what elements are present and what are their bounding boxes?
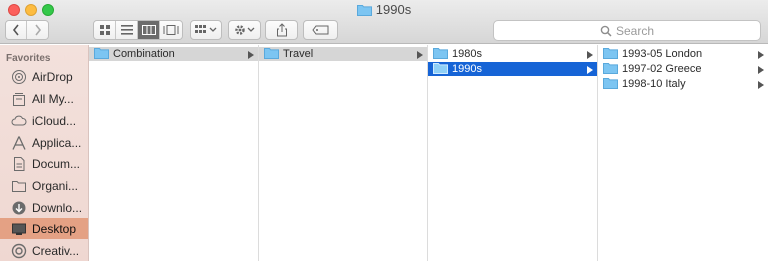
search-icon [600,25,612,37]
sidebar-item-applications[interactable]: Applica... [0,132,88,153]
chevron-left-icon [12,24,19,36]
chevron-right-icon [417,50,423,62]
window-title: 1990s [0,2,768,19]
desktop-icon [11,221,27,237]
downloads-icon [11,200,27,216]
list-item-1998-10-italy[interactable]: 1998-10 Italy [598,77,768,91]
folder-icon [603,77,618,92]
folder-icon [94,47,109,62]
sidebar: Favorites AirDrop All My... iCloud... Ap… [0,45,89,261]
forward-button[interactable] [27,21,48,39]
icon-view-button[interactable] [94,21,116,39]
folder-icon [603,47,618,62]
list-view-button[interactable] [116,21,138,39]
browser-column-2: Travel [259,45,428,261]
column-view-icon [141,25,156,35]
creative-cloud-icon [11,243,27,259]
arrange-icon [195,25,217,33]
applications-icon [11,135,27,151]
chevron-right-icon [587,65,593,77]
browser-column-1: Combination [89,45,259,261]
sidebar-item-icloud[interactable]: iCloud... [0,110,88,131]
all-my-files-icon [11,91,27,107]
icloud-icon [11,113,27,129]
view-mode-control [93,20,183,40]
folder-icon [264,47,279,62]
folder-icon [603,62,618,77]
sidebar-item-all-my-files[interactable]: All My... [0,88,88,109]
sidebar-item-organize[interactable]: Organi... [0,175,88,196]
documents-icon [11,156,27,172]
sidebar-item-downloads[interactable]: Downlo... [0,197,88,218]
chevron-right-icon [758,65,764,77]
list-item-1990s[interactable]: 1990s [428,62,597,76]
back-button[interactable] [6,21,27,39]
folder-icon [356,4,372,19]
action-button[interactable] [228,20,261,40]
browser-column-4: 1993-05 London 1997-02 Greece 1998-10 It… [598,45,768,261]
chevron-right-icon [758,80,764,92]
chevron-right-icon [587,50,593,62]
sidebar-item-documents[interactable]: Docum... [0,153,88,174]
cover-flow-button[interactable] [160,21,182,39]
share-button[interactable] [265,20,298,40]
sidebar-item-desktop[interactable]: Desktop [0,218,88,239]
share-icon [276,23,287,37]
gear-icon [234,25,254,35]
folder-icon [433,47,448,62]
sidebar-item-airdrop[interactable]: AirDrop [0,66,88,87]
list-item-travel[interactable]: Travel [259,47,427,61]
edit-tags-button[interactable] [303,20,338,40]
list-item-1997-02-greece[interactable]: 1997-02 Greece [598,62,768,76]
cover-flow-icon [163,25,179,35]
chevron-right-icon [34,24,41,36]
icon-view-icon [99,25,110,35]
browser-column-3: 1980s 1990s [428,45,598,261]
sidebar-heading: Favorites [6,53,51,64]
search-field[interactable]: Search [493,20,761,41]
arrange-button[interactable] [190,20,222,40]
search-placeholder: Search [615,23,655,38]
airdrop-icon [11,69,27,85]
chevron-right-icon [758,50,764,62]
tag-icon [311,25,328,35]
column-view-button[interactable] [138,21,160,39]
toolbar: 1990s Search [0,0,768,44]
chevron-right-icon [248,50,254,62]
folder-icon [433,62,448,77]
list-view-icon [120,25,133,35]
list-item-1993-05-london[interactable]: 1993-05 London [598,47,768,61]
folder-icon [11,178,27,194]
back-forward-control [5,20,49,40]
sidebar-item-creative-cloud[interactable]: Creativ... [0,240,88,261]
list-item-1980s[interactable]: 1980s [428,47,597,61]
list-item-combination[interactable]: Combination [89,47,258,61]
